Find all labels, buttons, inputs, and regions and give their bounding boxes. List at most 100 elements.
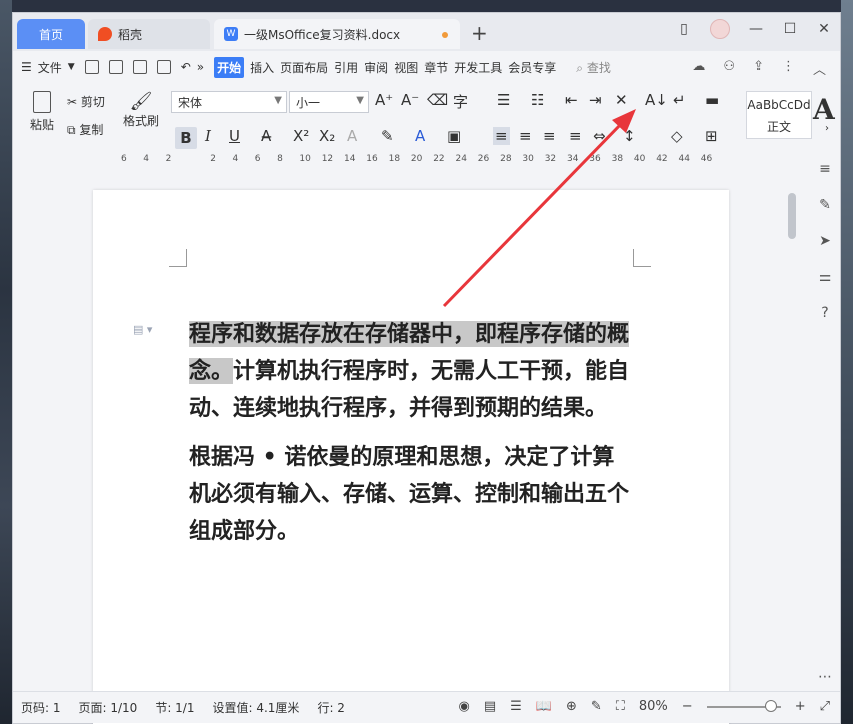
cut-button[interactable]: ✂ 剪切 [67, 93, 105, 110]
font-name-select[interactable]: 宋体 ▼ [171, 91, 287, 113]
copy-button[interactable]: ⧉ 复制 [67, 121, 103, 138]
web-view-icon[interactable]: ⊕ [566, 699, 577, 714]
maximize-button[interactable]: ☐ [782, 21, 798, 37]
tab-home[interactable]: 首页 [17, 19, 85, 49]
export-pdf-icon[interactable] [108, 60, 123, 74]
justify-icon[interactable]: ≡ [569, 127, 582, 145]
ribbon-scroll-icon[interactable]: › [825, 123, 829, 134]
print-preview-icon[interactable] [156, 60, 171, 74]
shrink-font-icon[interactable]: A⁻ [401, 91, 419, 109]
fit-page-icon[interactable]: ⛶ [616, 699, 625, 714]
minimize-button[interactable]: — [748, 21, 764, 37]
show-marks-icon[interactable]: ↵ [673, 91, 686, 109]
pinyin-icon[interactable]: 字 [453, 91, 468, 112]
format-painter-button[interactable]: 🖌 格式刷 [121, 91, 161, 129]
increase-indent-icon[interactable]: ⇥ [589, 91, 602, 109]
menu-tab-layout[interactable]: 页面布局 [280, 59, 328, 76]
pen-icon[interactable]: ✎ [816, 197, 834, 215]
vertical-scrollbar[interactable] [786, 183, 796, 693]
menu-file[interactable]: 文件 [38, 59, 62, 76]
style-normal[interactable]: AaBbCcDd 正文 [746, 91, 812, 139]
help-icon[interactable]: ? [816, 305, 834, 323]
outline-view-icon[interactable]: ☰ [510, 699, 522, 714]
align-right-icon[interactable]: ≡ [543, 127, 556, 145]
menu-tab-insert[interactable]: 插入 [250, 59, 274, 76]
menu-tab-start[interactable]: 开始 [214, 56, 245, 78]
status-setting[interactable]: 设置值: 4.1厘米 [212, 699, 299, 716]
ruler-toggle-icon[interactable]: ▬ [705, 91, 719, 109]
chevron-down-icon[interactable]: ▼ [68, 62, 75, 72]
adjust-icon[interactable]: ⚌ [816, 269, 834, 287]
zoom-slider[interactable] [706, 699, 781, 712]
menu-tab-chapter[interactable]: 章节 [424, 59, 448, 76]
menu-tab-references[interactable]: 引用 [334, 59, 358, 76]
horizontal-ruler[interactable]: 6 4 2 2 4 6 8 10 12 14 16 18 20 22 24 26 28 30 32 34 36 38 40 4… [103, 153, 743, 169]
sidebar-menu-icon[interactable]: ≡ [816, 161, 834, 179]
new-tab-button[interactable]: + [471, 21, 488, 45]
status-pages[interactable]: 页面: 1/10 [79, 699, 138, 716]
document-body[interactable]: 程序和数据存放在存储器中，即程序存储的概念。计算机执行程序时，无需人工干预，能自… [189, 316, 633, 562]
text-effect-icon[interactable]: A [347, 127, 357, 145]
paragraph-1-rest[interactable]: 计算机执行程序时，无需人工干预，能自动、连续地执行程序，并得到预期的结果。 [189, 358, 629, 421]
collapse-ribbon-icon[interactable]: ︿ [813, 59, 826, 78]
strikethrough-icon[interactable]: A̶ [261, 127, 271, 145]
numbering-icon[interactable]: ☷ [531, 91, 544, 109]
underline-button[interactable]: U [229, 127, 240, 145]
sort-icon[interactable]: A↓ [645, 91, 668, 109]
menu-tab-developer[interactable]: 开发工具 [454, 59, 502, 76]
print-icon[interactable] [132, 60, 147, 74]
scrollbar-thumb[interactable] [788, 193, 796, 239]
hamburger-icon[interactable]: ☰ [21, 60, 32, 74]
paragraph-handle-icon[interactable]: ▤ ▾ [133, 323, 152, 336]
highlight-color-icon[interactable]: ✎ [381, 127, 394, 145]
document-page[interactable]: ▤ ▾ 程序和数据存放在存储器中，即程序存储的概念。计算机执行程序时，无需人工干… [93, 190, 729, 724]
undo-icon[interactable]: ↶ [181, 60, 191, 74]
zoom-in-button[interactable]: + [795, 699, 806, 714]
paste-button[interactable]: 粘贴 [25, 91, 59, 133]
bold-button[interactable]: B [175, 127, 197, 149]
paragraph-2[interactable]: 根据冯 • 诺依曼的原理和思想，决定了计算机必须有输入、存储、运算、控制和输出五… [189, 439, 633, 550]
reading-view-icon[interactable]: 📖 [536, 699, 552, 714]
zoom-slider-knob[interactable] [764, 699, 777, 712]
more-options-icon[interactable]: ⋯ [816, 669, 834, 687]
tab-document[interactable]: W 一级MsOffice复习资料.docx [214, 19, 460, 49]
write-mode-icon[interactable]: ✎ [591, 699, 602, 714]
align-center-icon[interactable]: ≡ [519, 127, 532, 145]
font-size-select[interactable]: 小一 ▼ [289, 91, 369, 113]
collaborate-icon[interactable]: ⚇ [723, 59, 735, 78]
borders-icon[interactable]: ⊞ [705, 127, 718, 145]
status-page-number[interactable]: 页码: 1 [21, 699, 61, 716]
menu-tab-member[interactable]: 会员专享 [508, 59, 556, 76]
page-view-icon[interactable]: ▤ [484, 699, 496, 714]
zoom-out-button[interactable]: − [682, 699, 693, 714]
redo-icon[interactable]: » [197, 60, 204, 74]
status-section[interactable]: 节: 1/1 [155, 699, 194, 716]
menu-tab-view[interactable]: 视图 [394, 59, 418, 76]
font-color-icon[interactable]: A [415, 127, 425, 145]
char-border-icon[interactable]: ▣ [447, 127, 461, 145]
chinese-layout-icon[interactable]: ✕ [615, 91, 628, 109]
bullets-icon[interactable]: ☰ [497, 91, 510, 109]
superscript-icon[interactable]: X² [293, 127, 309, 145]
menu-tab-review[interactable]: 审阅 [364, 59, 388, 76]
decrease-indent-icon[interactable]: ⇤ [565, 91, 578, 109]
select-cursor-icon[interactable]: ➤ [816, 233, 834, 251]
tab-daoke[interactable]: 稻壳 [88, 19, 210, 49]
search-box[interactable]: ⌕ 查找 [576, 59, 611, 76]
fullscreen-icon[interactable]: ⤢ [820, 699, 830, 714]
italic-button[interactable]: I [205, 127, 211, 145]
clear-format-icon[interactable]: ⌫ [427, 91, 448, 109]
share-icon[interactable]: ⇪ [753, 59, 764, 78]
save-icon[interactable] [84, 60, 99, 74]
status-line[interactable]: 行: 2 [317, 699, 345, 716]
more-icon[interactable]: ⋮ [782, 59, 795, 78]
cloud-icon[interactable]: ☁ [692, 59, 705, 78]
shading-icon[interactable]: ◇ [671, 127, 683, 145]
align-left-icon[interactable]: ≡ [493, 127, 510, 145]
grow-font-icon[interactable]: A⁺ [375, 91, 393, 109]
zoom-level[interactable]: 80% [639, 699, 668, 714]
paragraph-1[interactable]: 程序和数据存放在存储器中，即程序存储的概念。计算机执行程序时，无需人工干预，能自… [189, 316, 633, 427]
heading-style-preview[interactable]: A [813, 93, 835, 126]
line-spacing-icon[interactable]: ↕ [623, 127, 636, 145]
eye-protect-icon[interactable]: ◉ [458, 699, 469, 714]
